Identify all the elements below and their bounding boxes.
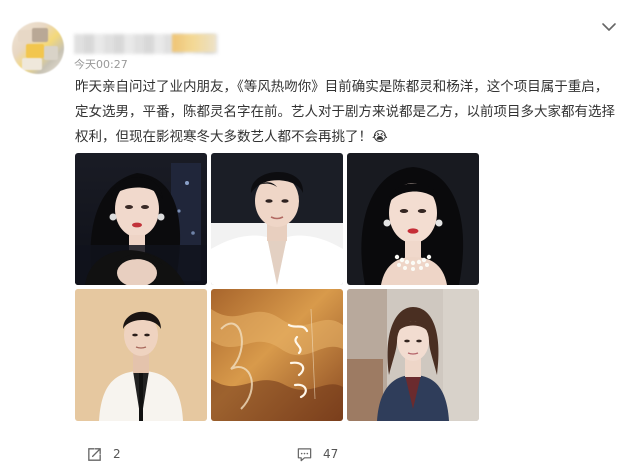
post-image-2[interactable] [211, 153, 343, 285]
comment-button[interactable]: 47 [296, 445, 338, 463]
photo-poster-golden [211, 289, 343, 421]
overlay-actor-face [75, 245, 207, 285]
post-text: 昨天亲自问过了业内朋友，《等风热吻你》目前确实是陈都灵和杨洋，这个项目属于重启，… [75, 79, 615, 145]
avatar[interactable] [12, 22, 64, 74]
photo-actress-portrait-night [75, 153, 207, 285]
chevron-down-icon [602, 23, 616, 31]
photo-actor-portrait-dark [211, 153, 343, 285]
photo-actress-street [347, 289, 479, 421]
post-image-3[interactable] [347, 153, 479, 285]
share-icon [88, 447, 101, 461]
share-button[interactable]: 2 [86, 445, 121, 463]
share-count: 2 [113, 447, 121, 461]
photo-actress-pearls [347, 153, 479, 285]
post-image-4[interactable] [75, 289, 207, 421]
image-grid [75, 153, 479, 421]
more-options-button[interactable] [600, 18, 618, 36]
post-card: 今天00:27 昨天亲自问过了业内朋友，《等风热吻你》目前确实是陈都灵和杨洋，这… [0, 0, 636, 474]
post-image-1[interactable] [75, 153, 207, 285]
post-actions: 2 47 [0, 440, 636, 470]
comment-count: 47 [323, 447, 339, 461]
photo-actor-white-suit [75, 289, 207, 421]
post-image-6[interactable] [347, 289, 479, 421]
user-badge [172, 34, 216, 52]
post-timestamp[interactable]: 今天00:27 [74, 56, 128, 72]
comment-icon [297, 447, 312, 461]
post-image-5[interactable] [211, 289, 343, 421]
